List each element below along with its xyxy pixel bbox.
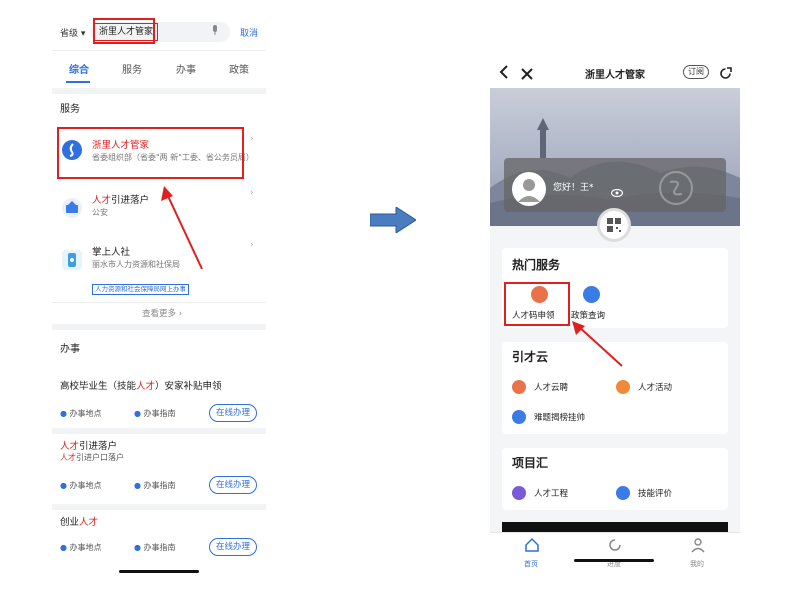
right-phone-screen: 浙里人才管家 订阅 您好！王* 热门服务 人才码申领 政策查询 引才云 人才云聘…: [490, 56, 740, 568]
annotation-arrow-icon: [161, 186, 203, 270]
left-phone-screen: 省级 ▾ 浙里人才管家 取消 综合 服务 办事 政策 服务 浙里人才管家 省委组…: [52, 14, 266, 582]
transition-arrow-icon: [370, 207, 416, 233]
annotation-arrow-icon: [572, 321, 623, 367]
